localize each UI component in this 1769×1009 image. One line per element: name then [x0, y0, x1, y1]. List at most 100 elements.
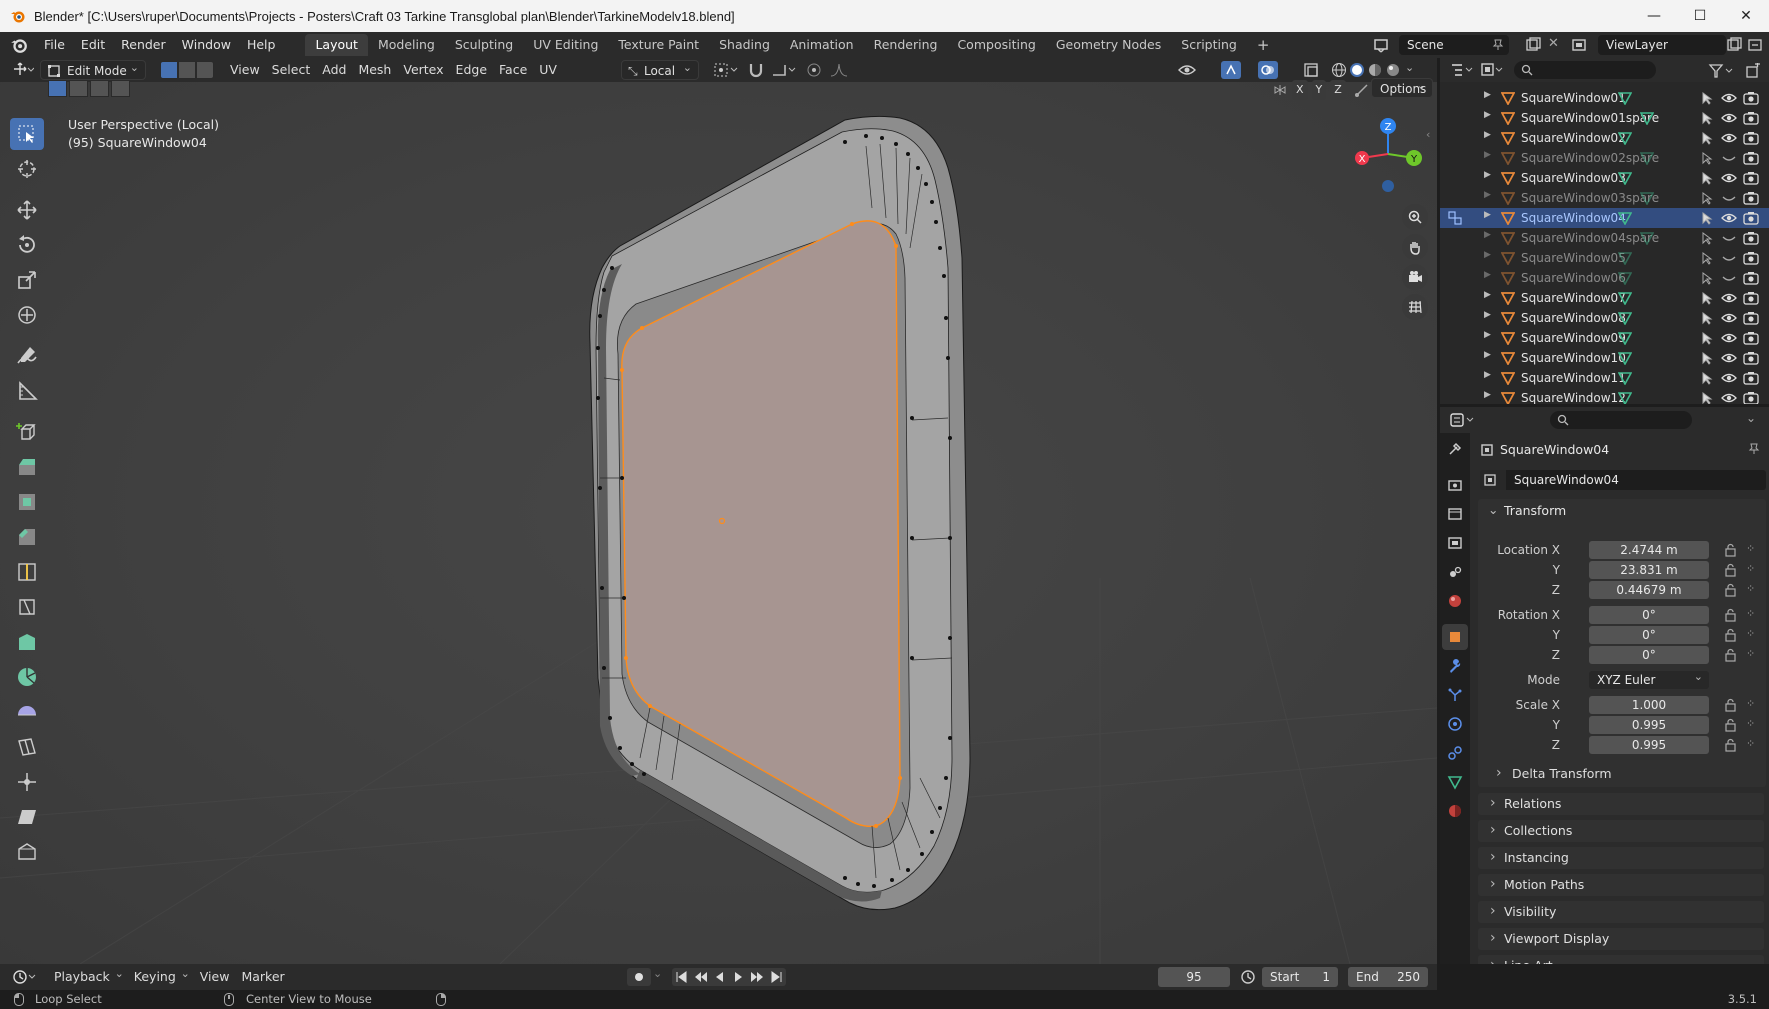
playback-menu[interactable]: Playback ⌄ [48, 967, 128, 987]
scale-y-field[interactable]: 0.995 [1589, 716, 1709, 734]
end-frame-field[interactable]: End 250 [1348, 967, 1428, 987]
location-y-field[interactable]: 23.831 m [1589, 561, 1709, 579]
tool-properties-tab[interactable] [1442, 436, 1468, 462]
expand-arrow-icon[interactable]: ▶ [1484, 150, 1491, 160]
visibility-eye-icon[interactable] [1721, 291, 1737, 305]
delete-scene-icon[interactable]: ✕ [1548, 36, 1559, 51]
visibility-eye-icon[interactable] [1721, 351, 1737, 365]
hidden-eye-icon[interactable] [1721, 231, 1737, 245]
menu-window[interactable]: Window [174, 32, 239, 58]
visibility-eye-icon[interactable] [1721, 91, 1737, 105]
render-camera-icon[interactable] [1743, 251, 1759, 265]
mesh-data-icon[interactable] [1640, 231, 1654, 245]
constraint-properties-tab[interactable] [1442, 740, 1468, 766]
render-camera-icon[interactable] [1743, 131, 1759, 145]
tab-geometry-nodes[interactable]: Geometry Nodes [1046, 34, 1171, 56]
visibility-panel[interactable]: Visibility [1478, 900, 1764, 923]
expand-arrow-icon[interactable]: ▶ [1484, 250, 1491, 260]
remove-view-layer-icon[interactable] [1747, 37, 1763, 53]
selectable-arrow-icon[interactable] [1700, 131, 1714, 145]
selectable-arrow-icon[interactable] [1700, 91, 1714, 105]
tab-modeling[interactable]: Modeling [368, 34, 445, 56]
properties-search-input[interactable] [1550, 411, 1692, 429]
render-camera-icon[interactable] [1743, 191, 1759, 205]
viewport-display-panel[interactable]: Viewport Display [1478, 927, 1764, 950]
close-button[interactable]: ✕ [1723, 0, 1769, 32]
data-properties-tab[interactable] [1442, 769, 1468, 795]
material-properties-tab[interactable] [1442, 798, 1468, 824]
outliner-row[interactable]: ▶ SquareWindow04spare [1440, 228, 1769, 248]
camera-view-button[interactable] [1402, 264, 1428, 290]
render-camera-icon[interactable] [1743, 351, 1759, 365]
lock-icon[interactable] [1724, 563, 1738, 577]
selectable-arrow-icon[interactable] [1700, 191, 1714, 205]
keyframe-decorator-icon[interactable]: ⁘ [1746, 627, 1755, 640]
pan-button[interactable] [1402, 234, 1428, 260]
tab-scripting[interactable]: Scripting [1171, 34, 1247, 56]
expand-arrow-icon[interactable]: ▶ [1484, 170, 1491, 180]
expand-arrow-icon[interactable]: ▶ [1484, 270, 1491, 280]
view-layer-selector[interactable]: ViewLayer [1598, 35, 1726, 55]
selectable-arrow-icon[interactable] [1700, 151, 1714, 165]
current-frame-field[interactable]: 95 [1158, 967, 1230, 987]
mesh-data-icon[interactable] [1618, 211, 1632, 225]
mesh-data-icon[interactable] [1618, 171, 1632, 185]
render-camera-icon[interactable] [1743, 271, 1759, 285]
render-camera-icon[interactable] [1743, 171, 1759, 185]
lock-icon[interactable] [1724, 698, 1738, 712]
tab-shading[interactable]: Shading [709, 34, 780, 56]
tab-sculpting[interactable]: Sculpting [445, 34, 523, 56]
selectable-arrow-icon[interactable] [1700, 271, 1714, 285]
lock-icon[interactable] [1724, 583, 1738, 597]
lock-icon[interactable] [1724, 608, 1738, 622]
visibility-eye-icon[interactable] [1721, 311, 1737, 325]
lock-icon[interactable] [1724, 543, 1738, 557]
filter-icon[interactable] [1708, 63, 1736, 79]
render-camera-icon[interactable] [1743, 231, 1759, 245]
render-camera-icon[interactable] [1743, 111, 1759, 125]
selectable-arrow-icon[interactable] [1700, 251, 1714, 265]
modifier-properties-tab[interactable] [1442, 653, 1468, 679]
selectable-arrow-icon[interactable] [1700, 351, 1714, 365]
tab-uv-editing[interactable]: UV Editing [523, 34, 608, 56]
render-properties-tab[interactable] [1442, 472, 1468, 498]
ortho-toggle-button[interactable] [1402, 294, 1428, 320]
play-reverse-icon[interactable] [710, 968, 729, 986]
lock-icon[interactable] [1724, 628, 1738, 642]
navigation-gizmo[interactable]: Z Y X [1348, 114, 1428, 194]
outliner-row[interactable]: ▶ SquareWindow11 [1440, 368, 1769, 388]
outliner-row[interactable]: ▶ SquareWindow08 [1440, 308, 1769, 328]
hidden-eye-icon[interactable] [1721, 271, 1737, 285]
mesh-data-icon[interactable] [1618, 311, 1632, 325]
render-camera-icon[interactable] [1743, 391, 1759, 404]
selectable-arrow-icon[interactable] [1700, 291, 1714, 305]
expand-arrow-icon[interactable]: ▶ [1484, 310, 1491, 320]
render-camera-icon[interactable] [1743, 311, 1759, 325]
render-camera-icon[interactable] [1743, 91, 1759, 105]
scale-z-field[interactable]: 0.995 [1589, 736, 1709, 754]
minimize-button[interactable]: — [1631, 0, 1677, 32]
window-mesh[interactable] [0, 58, 1437, 964]
tab-rendering[interactable]: Rendering [864, 34, 948, 56]
mesh-data-icon[interactable] [1618, 351, 1632, 365]
mesh-data-icon[interactable] [1618, 371, 1632, 385]
location-x-field[interactable]: 2.4744 m [1589, 541, 1709, 559]
relations-panel[interactable]: Relations [1478, 792, 1764, 815]
jump-start-icon[interactable] [672, 968, 691, 986]
expand-arrow-icon[interactable]: ▶ [1484, 370, 1491, 380]
instancing-panel[interactable]: Instancing [1478, 846, 1764, 869]
new-view-layer-icon[interactable] [1726, 37, 1742, 53]
line-art-panel[interactable]: Line Art [1478, 954, 1764, 964]
visibility-eye-icon[interactable] [1721, 131, 1737, 145]
collections-panel[interactable]: Collections [1478, 819, 1764, 842]
selectable-arrow-icon[interactable] [1700, 111, 1714, 125]
jump-next-keyframe-icon[interactable] [748, 968, 767, 986]
jump-prev-keyframe-icon[interactable] [691, 968, 710, 986]
keyframe-decorator-icon[interactable]: ⁘ [1746, 737, 1755, 750]
keyframe-decorator-icon[interactable]: ⁘ [1746, 607, 1755, 620]
add-workspace-button[interactable]: + [1247, 34, 1280, 56]
expand-arrow-icon[interactable]: ▶ [1484, 350, 1491, 360]
scene-properties-tab[interactable] [1442, 559, 1468, 585]
visibility-eye-icon[interactable] [1721, 391, 1737, 404]
mesh-data-icon[interactable] [1618, 91, 1632, 105]
